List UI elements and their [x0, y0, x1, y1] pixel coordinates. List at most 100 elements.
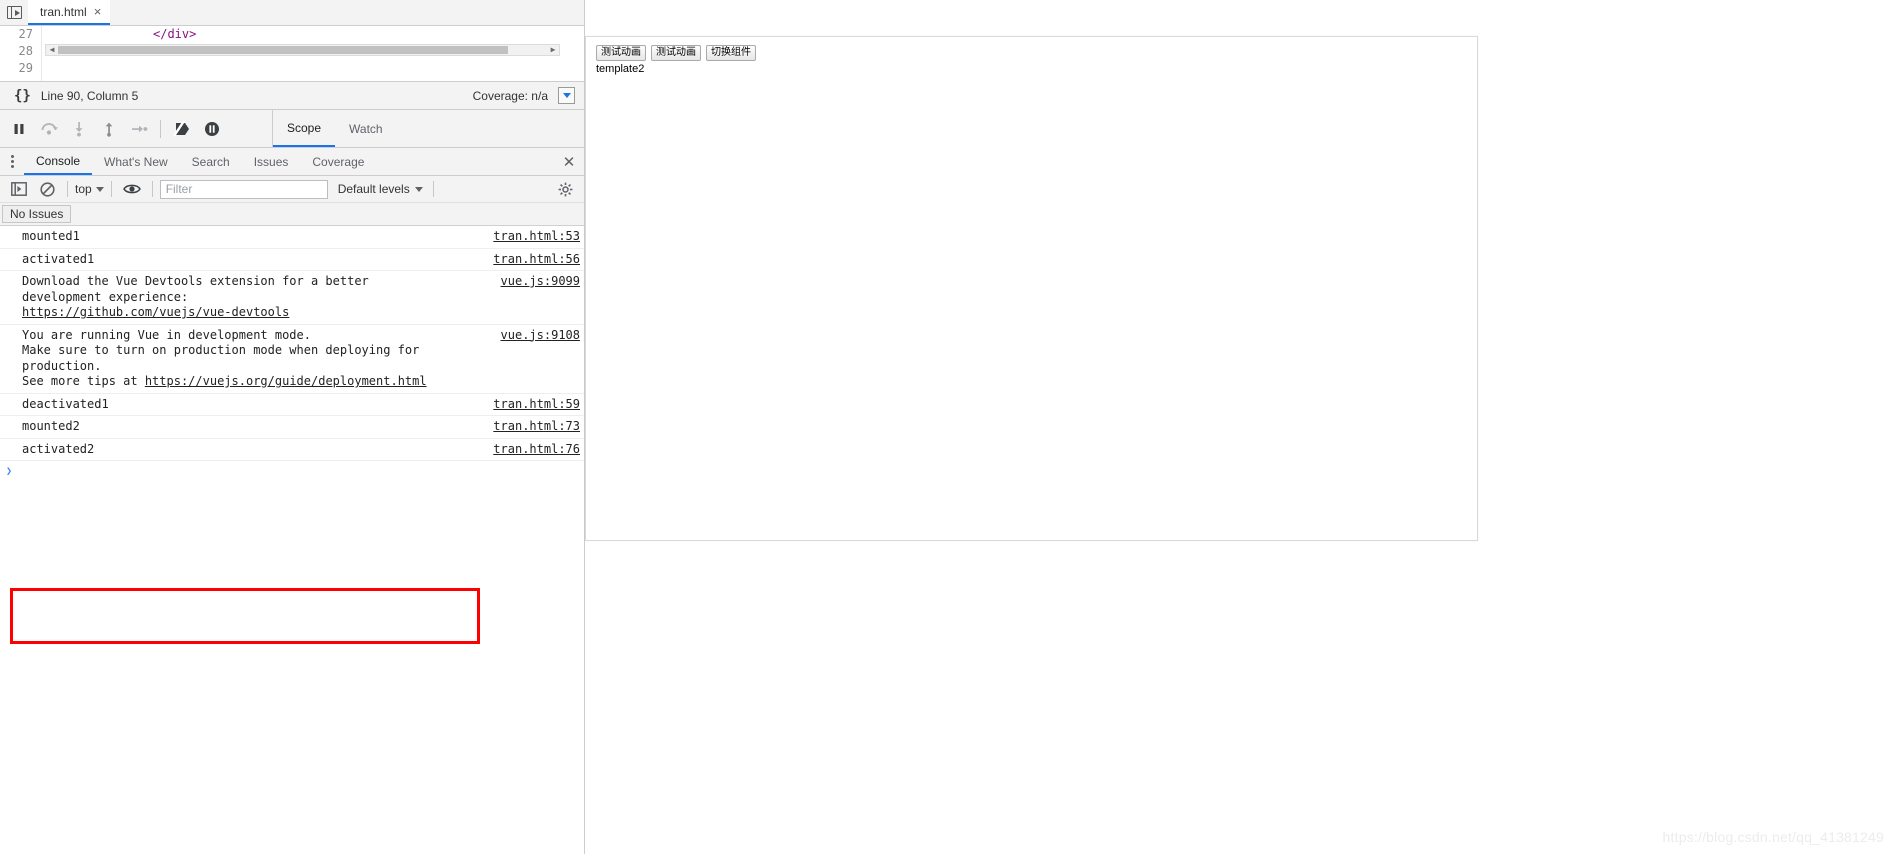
drawer-tab-bar: Console What's New Search Issues Coverag…: [0, 148, 584, 176]
console-message-row[interactable]: mounted2 tran.html:73: [0, 416, 584, 439]
editor-horizontal-scrollbar[interactable]: ◀ ▶: [45, 44, 560, 56]
pretty-print-icon[interactable]: {}: [6, 88, 41, 104]
line-number-gutter: 27 28 29: [0, 26, 42, 81]
preview-button-row: 测试动画 测试动画 切换组件: [586, 37, 1477, 61]
pause-on-exceptions-button[interactable]: [197, 114, 227, 144]
tab-coverage[interactable]: Coverage: [300, 148, 376, 175]
tab-whats-new-label: What's New: [104, 154, 168, 169]
tab-console-label: Console: [36, 153, 81, 168]
close-icon[interactable]: ×: [94, 5, 102, 18]
inline-url-link[interactable]: https://vuejs.org/guide/deployment.html: [145, 374, 427, 388]
toolbar-divider: [151, 181, 153, 197]
test-animation-button-1[interactable]: 测试动画: [596, 45, 646, 61]
code-line-text: </div>: [153, 27, 197, 41]
console-message-source-link[interactable]: tran.html:59: [493, 397, 580, 413]
scrollbar-thumb[interactable]: [58, 46, 508, 54]
step-out-of-current-function-button[interactable]: [94, 114, 124, 144]
close-drawer-icon[interactable]: ✕: [554, 148, 584, 175]
log-level-selector[interactable]: Default levels: [338, 182, 423, 196]
page-preview-area: 测试动画 测试动画 切换组件 template2 https://blog.cs…: [585, 0, 1896, 854]
toolbar-divider: [110, 181, 112, 197]
console-message-text: You are running Vue in development mode.…: [22, 328, 489, 390]
console-message-row[interactable]: deactivated1 tran.html:59: [0, 394, 584, 416]
console-message-text: activated1: [22, 251, 95, 266]
editor-status-bar: {} Line 90, Column 5 Coverage: n/a: [0, 82, 584, 110]
console-message-text: activated2: [22, 441, 95, 456]
toolbar-divider: [432, 181, 434, 197]
pause-script-execution-button[interactable]: [4, 114, 34, 144]
clear-console-icon[interactable]: [34, 178, 60, 200]
highlight-annotation-box: [10, 588, 480, 644]
rendered-page: 测试动画 测试动画 切换组件 template2: [585, 36, 1478, 541]
console-message-text: mounted1: [22, 229, 80, 243]
debugger-toolbar: Scope Watch: [0, 110, 584, 148]
console-filter-input[interactable]: [159, 179, 328, 199]
inline-url-link[interactable]: https://github.com/vuejs/vue-devtools: [22, 305, 289, 319]
watermark-text: https://blog.csdn.net/qq_41381249: [1662, 829, 1884, 845]
console-input-prompt[interactable]: [0, 461, 584, 481]
console-message-row[interactable]: mounted1 tran.html:53: [0, 226, 584, 249]
live-expression-icon[interactable]: [119, 178, 145, 200]
line-number: 29: [18, 61, 33, 75]
console-message-source-link[interactable]: tran.html:56: [493, 252, 580, 268]
cursor-position-label: Line 90, Column 5: [40, 88, 139, 103]
tab-whats-new[interactable]: What's New: [92, 148, 180, 175]
sources-tab-strip: tran.html ×: [0, 0, 584, 26]
console-message-text: Download the Vue Devtools extension for …: [22, 274, 489, 321]
chevron-down-icon: [95, 186, 104, 192]
tab-scope-label: Scope: [287, 120, 322, 135]
show-navigator-icon[interactable]: [0, 0, 28, 25]
tab-issues-label: Issues: [253, 154, 289, 169]
console-message-source-link[interactable]: vue.js:9099: [501, 274, 580, 290]
execution-context-label: top: [75, 182, 92, 196]
switch-component-button[interactable]: 切换组件: [706, 45, 756, 61]
log-level-label: Default levels: [337, 182, 410, 196]
console-message-body: Download the Vue Devtools extension for …: [22, 274, 369, 304]
console-message-source-link[interactable]: tran.html:76: [493, 442, 580, 458]
console-message-row[interactable]: activated1 tran.html:56: [0, 249, 584, 271]
gear-icon[interactable]: [552, 182, 578, 197]
step-over-next-function-call-button[interactable]: [34, 114, 64, 144]
deactivate-breakpoints-button[interactable]: [167, 114, 197, 144]
console-message-source-link[interactable]: tran.html:73: [493, 419, 580, 435]
toolbar-divider: [67, 181, 68, 197]
debugger-step-controls: [0, 110, 272, 147]
source-file-tab-tran-html[interactable]: tran.html ×: [28, 0, 111, 25]
chevron-down-icon: [414, 186, 423, 192]
issues-bar: No Issues: [0, 203, 584, 226]
console-message-source-link[interactable]: vue.js:9108: [501, 328, 580, 344]
console-message-source-link[interactable]: tran.html:53: [493, 229, 580, 245]
tab-watch[interactable]: Watch: [335, 110, 397, 147]
template-content-label: template2: [596, 63, 645, 75]
scroll-left-icon[interactable]: ◀: [46, 45, 58, 55]
tab-coverage-label: Coverage: [312, 154, 365, 169]
tab-issues[interactable]: Issues: [242, 148, 301, 175]
console-message-text: mounted2: [22, 419, 80, 433]
toolbar-divider: [160, 119, 161, 138]
source-code-editor[interactable]: 27 28 29 </div> ◀ ▶: [0, 26, 584, 82]
console-message-row[interactable]: activated2 tran.html:76: [0, 439, 584, 461]
scroll-right-icon[interactable]: ▶: [547, 45, 559, 55]
tab-scope[interactable]: Scope: [273, 110, 336, 147]
tab-console[interactable]: Console: [24, 148, 93, 175]
step-into-next-function-call-button[interactable]: [64, 114, 94, 144]
source-file-tab-label: tran.html: [40, 4, 87, 19]
chevron-down-icon[interactable]: [558, 87, 575, 104]
console-filter-bar: top Default levels: [0, 176, 584, 203]
line-number: 28: [18, 44, 33, 58]
console-message-list[interactable]: mounted1 tran.html:53 activated1 tran.ht…: [0, 226, 584, 854]
more-options-icon[interactable]: [0, 148, 24, 175]
console-message-row[interactable]: You are running Vue in development mode.…: [0, 325, 584, 394]
tab-search-label: Search: [191, 154, 230, 169]
console-message-text: deactivated1: [22, 396, 109, 411]
tab-watch-label: Watch: [349, 121, 383, 136]
tab-search[interactable]: Search: [180, 148, 242, 175]
no-issues-chip[interactable]: No Issues: [2, 205, 72, 223]
code-line: </div>: [43, 26, 584, 43]
console-sidebar-icon[interactable]: [6, 178, 32, 200]
test-animation-button-2[interactable]: 测试动画: [651, 45, 701, 61]
step-button[interactable]: [124, 114, 154, 144]
coverage-label: Coverage: n/a: [472, 88, 548, 103]
execution-context-selector[interactable]: top: [75, 182, 104, 196]
console-message-row[interactable]: Download the Vue Devtools extension for …: [0, 271, 584, 325]
